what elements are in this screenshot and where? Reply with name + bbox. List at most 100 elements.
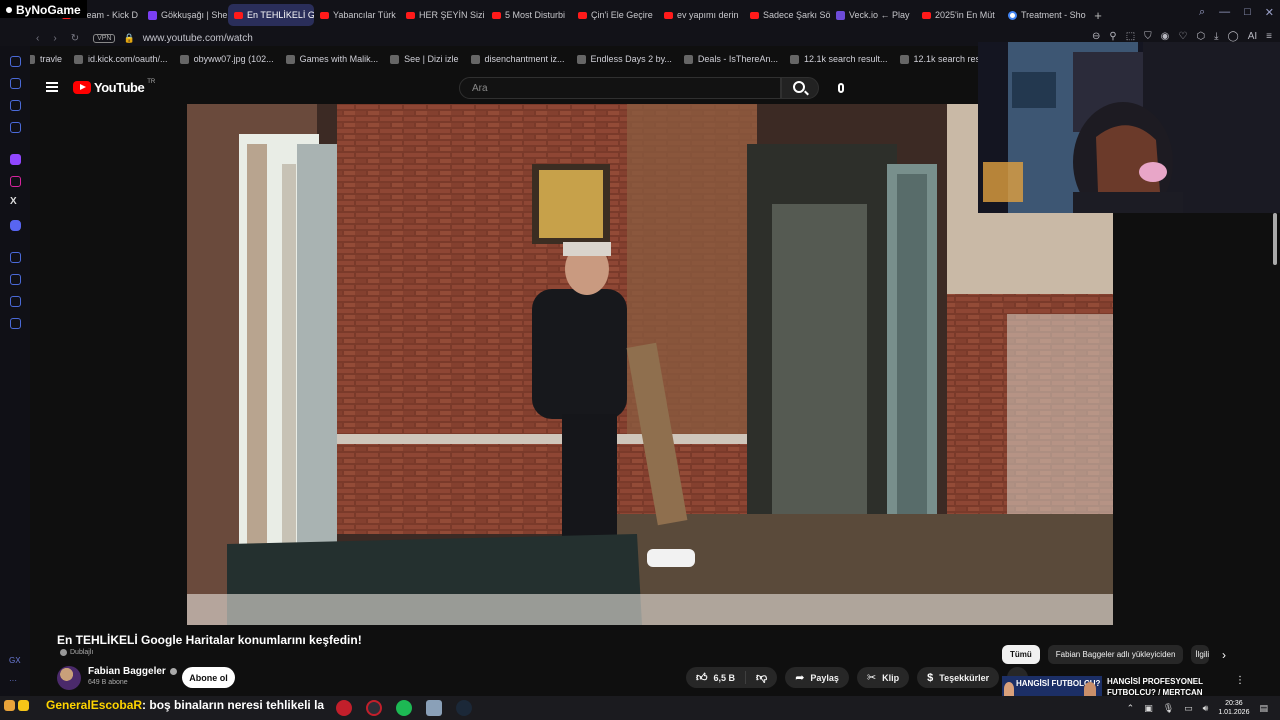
- maximize-icon[interactable]: □: [1244, 6, 1251, 19]
- window-controls: ⌕ — □ ✕: [1199, 6, 1274, 19]
- subscribe-button[interactable]: Abone ol: [182, 667, 235, 688]
- tray-app-icon[interactable]: ▣: [1144, 703, 1153, 714]
- search-button[interactable]: [781, 77, 819, 99]
- recommended-title[interactable]: HANGİSİ PROFESYONEL FUTBOLCU? / MERTCAN: [1107, 676, 1217, 696]
- shield-icon[interactable]: ⛉: [1144, 31, 1152, 42]
- twitch-icon[interactable]: [10, 154, 21, 165]
- voice-search-button[interactable]: [830, 77, 852, 99]
- page-scrollbar[interactable]: [1272, 213, 1278, 693]
- recommended-thumbnail[interactable]: HANGİSİ FUTBOLCU?: [1002, 676, 1102, 696]
- channel-avatar[interactable]: [57, 666, 81, 690]
- channel-name-link[interactable]: Fabian Baggeler: [88, 666, 177, 677]
- browser-tab[interactable]: 2025'in En Müt: [916, 4, 1002, 26]
- browser-tab[interactable]: ev yapımı derin: [658, 4, 744, 26]
- sidebar-player-icon[interactable]: [10, 252, 21, 263]
- video-player[interactable]: [187, 104, 1113, 625]
- bookmark-item[interactable]: See | Dizi izle: [390, 54, 459, 64]
- pin-icon[interactable]: ⚲: [1109, 31, 1116, 42]
- clock[interactable]: 20:36 1.01.2026: [1218, 699, 1249, 717]
- thanks-button[interactable]: $ Teşekkürler: [917, 667, 1000, 688]
- verified-icon: [169, 668, 177, 675]
- ai-button[interactable]: AI: [1248, 31, 1257, 42]
- extensions-icon[interactable]: ⬡: [1196, 31, 1205, 42]
- taskbar-left-icons: [4, 700, 29, 711]
- vpn-badge[interactable]: VPN: [93, 33, 116, 43]
- like-button[interactable]: 👍︎ 6,5 B: [686, 667, 745, 688]
- bookmark-icon: [899, 54, 909, 64]
- camera-icon[interactable]: ◉: [1161, 31, 1170, 42]
- browser-tab[interactable]: HER ŞEYİN Sizi: [400, 4, 486, 26]
- chip-related[interactable]: İlgili: [1191, 645, 1210, 664]
- recommended-menu-icon[interactable]: ⋮: [1235, 675, 1245, 686]
- youtube-icon: [750, 11, 759, 19]
- download-icon[interactable]: ⤓: [1214, 31, 1218, 42]
- obs-icon[interactable]: [366, 700, 382, 716]
- sidebar-store-icon[interactable]: [10, 78, 21, 89]
- discord-icon[interactable]: [10, 220, 21, 231]
- search-tabs-icon[interactable]: ⌕: [1199, 6, 1205, 19]
- back-icon[interactable]: ‹: [36, 33, 39, 44]
- forward-icon[interactable]: ›: [53, 33, 56, 44]
- reload-icon[interactable]: ↻: [71, 33, 79, 44]
- youtube-logo[interactable]: YouTube TR: [73, 79, 155, 95]
- x-icon[interactable]: X: [10, 196, 21, 207]
- volume-icon[interactable]: 🔊︎: [1203, 703, 1209, 714]
- nav-buttons: ‹ › ↻: [36, 33, 79, 44]
- browser-tab[interactable]: Treatment - Sho: [1002, 4, 1088, 26]
- chip-all[interactable]: Tümü: [1002, 645, 1040, 664]
- scrollbar-thumb[interactable]: [1273, 213, 1277, 265]
- bookmark-item[interactable]: travle: [26, 54, 62, 64]
- sidebar-news-icon[interactable]: [10, 122, 21, 133]
- sidebar-clock-icon[interactable]: [10, 274, 21, 285]
- notification-icon[interactable]: ▤: [1259, 703, 1268, 714]
- bookmark-item[interactable]: 12.1k search result...: [789, 54, 888, 64]
- dislike-button[interactable]: 👎︎: [746, 667, 777, 688]
- instagram-icon[interactable]: [10, 176, 21, 187]
- chevron-right-icon[interactable]: ›: [1222, 648, 1226, 662]
- menu-icon[interactable]: ≡: [1266, 31, 1272, 42]
- browser-tab[interactable]: Yabancılar Türk: [314, 4, 400, 26]
- clip-button[interactable]: ✂ Klip: [856, 667, 910, 688]
- bookmark-item[interactable]: Deals - IsThereAn...: [683, 54, 778, 64]
- network-icon[interactable]: ▭: [1184, 703, 1193, 714]
- browser-tab[interactable]: Gökkuşağı | She: [142, 4, 228, 26]
- webcam-frame: [978, 42, 1280, 213]
- close-icon[interactable]: ✕: [1265, 6, 1274, 19]
- tray-expand-icon[interactable]: ⌃: [1127, 703, 1135, 714]
- video-frame: [187, 104, 1113, 625]
- browser-tab[interactable]: Veck.io ← Play: [830, 4, 916, 26]
- bookmark-item[interactable]: Games with Malik...: [285, 54, 378, 64]
- chip-uploader[interactable]: Fabian Baggeler adlı yükleyiciden: [1047, 645, 1184, 664]
- guide-menu-icon[interactable]: [46, 82, 58, 92]
- spotify-icon[interactable]: [396, 700, 412, 716]
- sidebar-extensions-icon[interactable]: [10, 296, 21, 307]
- bookmark-item[interactable]: id.kick.com/oauth/...: [74, 54, 168, 64]
- heart-icon[interactable]: ♡: [1178, 31, 1187, 42]
- search-input[interactable]: Ara: [459, 77, 781, 99]
- new-tab-button[interactable]: +: [1088, 4, 1108, 26]
- steam-icon[interactable]: [456, 700, 472, 716]
- browser-tab[interactable]: 5 Most Disturbi: [486, 4, 572, 26]
- sidebar-more-icon[interactable]: ···: [9, 676, 17, 685]
- browser-tab[interactable]: En TEHLİKELİ Google: [228, 4, 314, 26]
- share-button[interactable]: ➦ Paylaş: [785, 667, 849, 688]
- sidebar-messenger-icon[interactable]: [10, 100, 21, 111]
- url-field[interactable]: www.youtube.com/watch: [143, 33, 253, 44]
- minimize-icon[interactable]: —: [1219, 6, 1230, 19]
- sidebar-history-icon[interactable]: [10, 56, 21, 67]
- youtube-play-icon: [73, 81, 91, 94]
- bookmark-item[interactable]: Endless Days 2 by...: [576, 54, 672, 64]
- opera-gx-icon[interactable]: [336, 700, 352, 716]
- snapshot-icon[interactable]: ⬚: [1126, 31, 1135, 42]
- tray-mic-icon[interactable]: 🎙︎: [1163, 703, 1174, 714]
- zoom-icon[interactable]: ⊖: [1092, 31, 1100, 42]
- sidebar-settings-icon[interactable]: [10, 318, 21, 329]
- bookmark-item[interactable]: disenchantment iz...: [470, 54, 565, 64]
- profile-icon[interactable]: ◯: [1228, 31, 1239, 42]
- browser-tab[interactable]: Çin'i Ele Geçire: [572, 4, 658, 26]
- browser-tab[interactable]: Sadece Şarkı Sö: [744, 4, 830, 26]
- lock-icon[interactable]: 🔒: [123, 33, 134, 44]
- notes-icon[interactable]: [426, 700, 442, 716]
- bookmark-item[interactable]: obyww07.jpg (102...: [179, 54, 274, 64]
- recommendation-chips: Tümü Fabian Baggeler adlı yükleyiciden İ…: [1002, 645, 1210, 664]
